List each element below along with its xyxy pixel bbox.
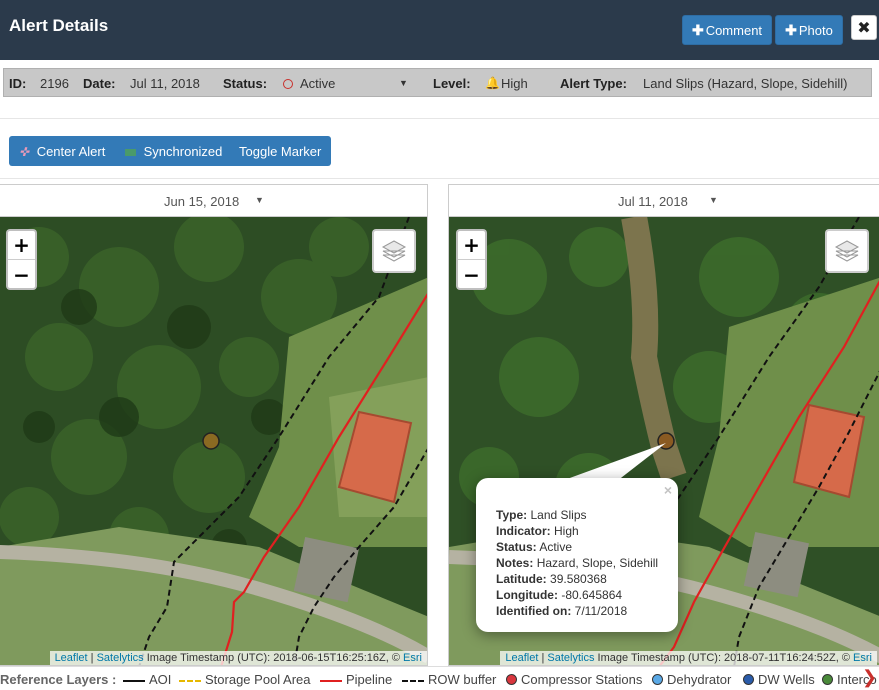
circle-icon: [506, 674, 517, 685]
popup-row: Longitude: -80.645864: [496, 588, 623, 602]
add-comment-button[interactable]: ✚ Comment: [682, 15, 772, 45]
toggle-marker-button[interactable]: Toggle Marker: [239, 144, 321, 159]
popup-row: Notes: Hazard, Slope, Sidehill: [496, 556, 659, 570]
reference-layers-legend: Reference Layers : AOI Storage Pool Area…: [0, 666, 879, 690]
chevron-right-icon[interactable]: ❯: [862, 667, 877, 688]
status-dropdown[interactable]: [283, 77, 293, 92]
bell-icon: 🔔: [485, 76, 500, 90]
date-label: Date:: [83, 76, 116, 91]
layers-icon: [381, 240, 407, 262]
alert-type-value: Land Slips (Hazard, Slope, Sidehill): [643, 76, 848, 91]
title-bar: Alert Details ✚ Comment ✚ Photo ✖: [0, 0, 879, 60]
layers-button[interactable]: [372, 229, 416, 273]
plus-icon: ✚: [691, 21, 704, 38]
satelytics-link[interactable]: Satelytics: [547, 652, 594, 664]
zoom-out-button[interactable]: −: [8, 260, 35, 289]
legend-item-dehydrator[interactable]: Dehydrator: [652, 672, 731, 687]
sync-icon: [125, 149, 136, 157]
add-photo-button[interactable]: ✚ Photo: [775, 15, 843, 45]
legend-item-row-buffer[interactable]: ROW buffer: [402, 672, 496, 687]
left-satellite-imagery[interactable]: [0, 217, 427, 666]
dashed-line-icon: [179, 679, 201, 682]
solid-line-icon: [123, 679, 145, 682]
esri-link[interactable]: Esri: [853, 652, 872, 664]
popup-close-icon[interactable]: ×: [664, 482, 672, 498]
legend-item-compressor[interactable]: Compressor Stations: [506, 672, 642, 687]
level-label: Level:: [433, 76, 471, 91]
satelytics-link[interactable]: Satelytics: [97, 652, 144, 664]
map-attribution: Leaflet | Satelytics Image Timestamp (UT…: [500, 651, 877, 665]
close-button[interactable]: ✖: [851, 15, 877, 40]
left-date-value: Jun 15, 2018: [164, 194, 240, 209]
comment-label: Comment: [705, 22, 763, 38]
legend-item-dw-wells[interactable]: DW Wells: [743, 672, 815, 687]
alert-marker[interactable]: [202, 432, 220, 450]
dashed-line-icon: [402, 679, 424, 682]
popup-row: Indicator: High: [496, 524, 579, 538]
map-toolbar: ✜ Center Alert Synchronized Toggle Marke…: [9, 136, 331, 166]
legend-item-pipeline[interactable]: Pipeline: [320, 672, 392, 687]
center-alert-button[interactable]: ✜ Center Alert: [19, 144, 105, 159]
status-value[interactable]: Active: [300, 76, 335, 91]
synchronized-button[interactable]: Synchronized: [125, 144, 222, 159]
circle-icon: [822, 674, 833, 685]
zoom-in-button[interactable]: +: [458, 231, 485, 260]
photo-label: Photo: [798, 22, 833, 38]
popup-row: Type: Land Slips: [496, 508, 587, 522]
legend-item-aoi[interactable]: AOI: [123, 672, 171, 687]
synchronized-label: Synchronized: [143, 144, 223, 159]
legend-item-storage[interactable]: Storage Pool Area: [179, 672, 311, 687]
image-timestamp: Image Timestamp (UTC): 2018-07-11T16:24:…: [597, 652, 850, 664]
esri-link[interactable]: Esri: [403, 652, 422, 664]
solid-line-icon: [320, 679, 342, 682]
image-timestamp: Image Timestamp (UTC): 2018-06-15T16:25:…: [146, 652, 400, 664]
level-value: High: [501, 76, 528, 91]
zoom-out-button[interactable]: −: [458, 260, 485, 289]
alert-popup: × Type: Land Slips Indicator: High Statu…: [476, 478, 678, 632]
leaflet-link[interactable]: Leaflet: [505, 652, 538, 664]
close-icon: ✖: [857, 19, 871, 37]
leaflet-link[interactable]: Leaflet: [55, 652, 88, 664]
chevron-down-icon: ▼: [709, 195, 718, 205]
circle-icon: [652, 674, 663, 685]
right-date-value: Jul 11, 2018: [618, 194, 688, 209]
layers-button[interactable]: [825, 229, 869, 273]
zoom-control: + −: [6, 229, 37, 290]
popup-row: Status: Active: [496, 540, 573, 554]
chevron-down-icon: ▼: [255, 195, 264, 205]
popup-row: Latitude: 39.580368: [496, 572, 607, 586]
id-label: ID:: [9, 76, 27, 91]
right-date-selector[interactable]: Jul 11, 2018 ▼: [449, 185, 879, 217]
plus-icon: ✚: [785, 21, 797, 38]
center-alert-label: Center Alert: [36, 144, 106, 159]
status-label: Status:: [223, 76, 268, 91]
layers-icon: [834, 240, 860, 262]
divider: [0, 178, 879, 179]
date-value: Jul 11, 2018: [130, 76, 200, 91]
status-circle-icon: [283, 79, 293, 89]
zoom-in-button[interactable]: +: [8, 231, 35, 260]
alert-info-bar: ID: 2196 Date: Jul 11, 2018 Status: Acti…: [3, 68, 872, 97]
attribution-separator: |: [90, 652, 94, 664]
left-map[interactable]: + − Leaflet | Satelytics Image Timestamp…: [0, 217, 427, 666]
map-attribution: Leaflet | Satelytics Image Timestamp (UT…: [49, 651, 427, 665]
left-date-selector[interactable]: Jun 15, 2018 ▼: [0, 185, 427, 217]
crosshair-icon: ✜: [19, 145, 30, 159]
left-map-panel: Jun 15, 2018 ▼ + − Leaflet | Satelytics …: [0, 184, 428, 666]
alert-type-label: Alert Type:: [560, 76, 627, 91]
id-value: 2196: [40, 76, 69, 91]
divider: [0, 118, 879, 119]
zoom-control: + −: [456, 229, 487, 290]
circle-icon: [743, 674, 754, 685]
attribution-separator: |: [541, 652, 545, 664]
legend-title: Reference Layers :: [0, 672, 117, 687]
page-title: Alert Details: [9, 16, 109, 35]
chevron-down-icon[interactable]: ▼: [399, 78, 408, 88]
popup-row: Identified on: 7/11/2018: [496, 604, 628, 618]
